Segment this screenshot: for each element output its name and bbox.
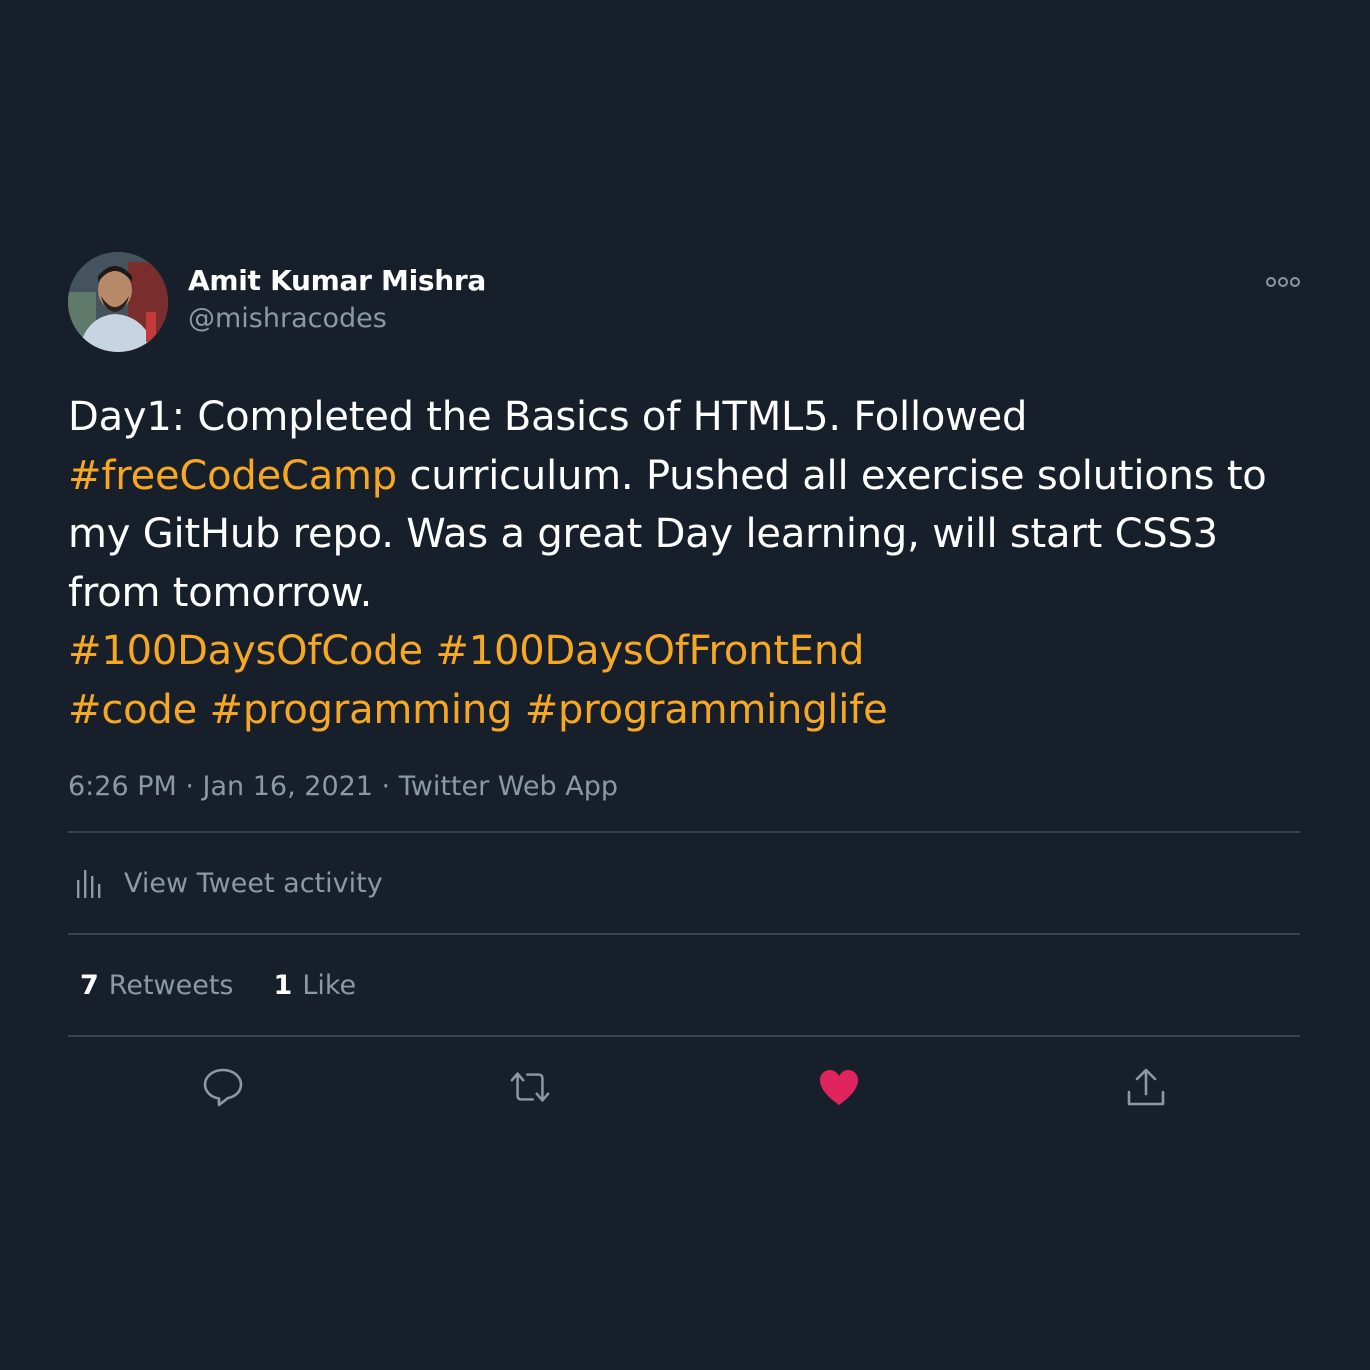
heart-icon bbox=[820, 1070, 858, 1105]
likes-label: Like bbox=[302, 969, 357, 1001]
reply-button[interactable] bbox=[201, 1065, 245, 1109]
retweets-label: Retweets bbox=[108, 969, 234, 1001]
hashtag-link[interactable]: #freeCodeCamp bbox=[68, 453, 397, 499]
tweet-header: Amit Kumar Mishra @mishracodes bbox=[68, 252, 1300, 352]
author-handle[interactable]: @mishracodes bbox=[188, 303, 387, 334]
tweet-text-part bbox=[197, 687, 210, 733]
avatar-image bbox=[68, 252, 168, 352]
more-icon[interactable] bbox=[1266, 274, 1300, 288]
view-activity-button[interactable]: View Tweet activity bbox=[68, 833, 1300, 933]
tweet-text-part bbox=[512, 687, 525, 733]
tweet-timestamp[interactable]: 6:26 PM · Jan 16, 2021 · Twitter Web App bbox=[68, 767, 1300, 807]
hashtag-link[interactable]: #programminglife bbox=[525, 687, 888, 733]
view-activity-label: View Tweet activity bbox=[124, 867, 383, 899]
hashtag-link[interactable]: #100DaysOfFrontEnd bbox=[435, 628, 864, 674]
retweet-icon bbox=[510, 1072, 550, 1102]
reply-icon bbox=[203, 1068, 243, 1107]
likes-stat[interactable]: 1 Like bbox=[274, 970, 357, 1001]
tweet-card: Amit Kumar Mishra @mishracodes Day1: Com… bbox=[68, 252, 1300, 1137]
share-icon bbox=[1127, 1068, 1165, 1106]
likes-count: 1 bbox=[273, 969, 293, 1001]
retweet-button[interactable] bbox=[508, 1065, 552, 1109]
author-name[interactable]: Amit Kumar Mishra bbox=[188, 264, 486, 297]
tweet-text: Day1: Completed the Basics of HTML5. Fol… bbox=[68, 388, 1300, 739]
like-button[interactable] bbox=[817, 1065, 861, 1109]
share-button[interactable] bbox=[1124, 1065, 1168, 1109]
avatar[interactable] bbox=[68, 252, 168, 352]
tweet-text-part: Day1: Completed the Basics of HTML5. Fol… bbox=[68, 394, 1028, 440]
tweet-stats: 7 Retweets 1 Like bbox=[68, 935, 1300, 1035]
retweets-count: 7 bbox=[80, 969, 99, 1001]
tweet-actions bbox=[68, 1037, 1300, 1137]
hashtag-link[interactable]: #programming bbox=[210, 687, 513, 733]
retweets-stat[interactable]: 7 Retweets bbox=[80, 970, 234, 1001]
tweet-text-part bbox=[423, 628, 436, 674]
hashtag-link[interactable]: #100DaysOfCode bbox=[68, 628, 423, 674]
bar-chart-icon bbox=[77, 870, 101, 898]
hashtag-link[interactable]: #code bbox=[68, 687, 197, 733]
